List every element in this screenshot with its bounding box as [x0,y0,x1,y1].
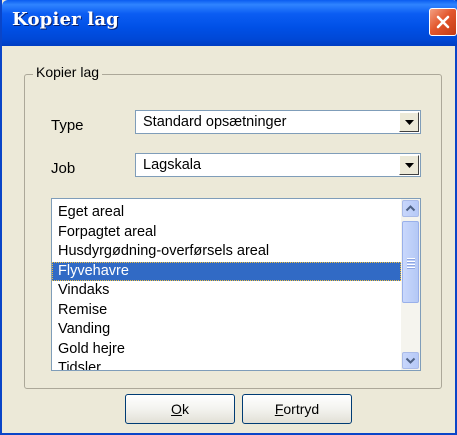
type-dropdown-button[interactable] [399,112,419,132]
layer-listbox[interactable]: Eget areal Forpagtet areal Husdyrgødning… [51,198,421,371]
window-title: Kopier lag [12,9,119,30]
dialog-window: Kopier lag Kopier lag Type Standard opsæ… [0,0,457,435]
ok-label-rest: k [181,401,189,417]
close-button[interactable] [429,8,457,36]
group-legend: Kopier lag [33,64,103,80]
chevron-up-icon [405,205,416,212]
type-value: Standard opsætninger [143,114,287,130]
list-item[interactable]: Forpagtet areal [52,223,401,243]
cancel-label-rest: ortryd [283,401,320,417]
grip-line [407,261,415,262]
grip-line [407,267,415,268]
ok-button[interactable]: Ok [125,394,235,424]
scroll-thumb[interactable] [402,221,419,303]
list-item[interactable]: Husdyrgødning-overførsels areal [52,242,401,262]
list-item[interactable]: Vindaks [52,281,401,301]
chevron-down-icon [405,120,414,125]
chevron-down-icon [405,163,414,168]
list-items: Eget areal Forpagtet areal Husdyrgødning… [52,203,401,370]
list-item-selected[interactable]: Flyvehavre [52,261,401,281]
vertical-scrollbar[interactable] [401,199,420,370]
scroll-down-button[interactable] [402,352,419,369]
list-item[interactable]: Remise [52,301,401,321]
list-item[interactable]: Eget areal [52,203,401,223]
job-label: Job [51,160,76,177]
type-label: Type [51,117,84,134]
title-bar[interactable]: Kopier lag [2,0,457,46]
cancel-button[interactable]: Fortryd [242,394,352,424]
grip-line [407,258,415,259]
job-dropdown[interactable]: Lagskala [135,153,421,177]
list-item[interactable]: Tidsler [52,359,401,370]
job-value: Lagskala [143,157,202,173]
close-icon [436,15,450,29]
list-item[interactable]: Gold hejre [52,340,401,360]
type-dropdown[interactable]: Standard opsætninger [135,110,421,134]
grip-line [407,264,415,265]
ok-accelerator: O [171,401,182,417]
chevron-down-icon [405,357,416,364]
scroll-up-button[interactable] [402,200,419,217]
list-item[interactable]: Vanding [52,320,401,340]
job-dropdown-button[interactable] [399,155,419,175]
